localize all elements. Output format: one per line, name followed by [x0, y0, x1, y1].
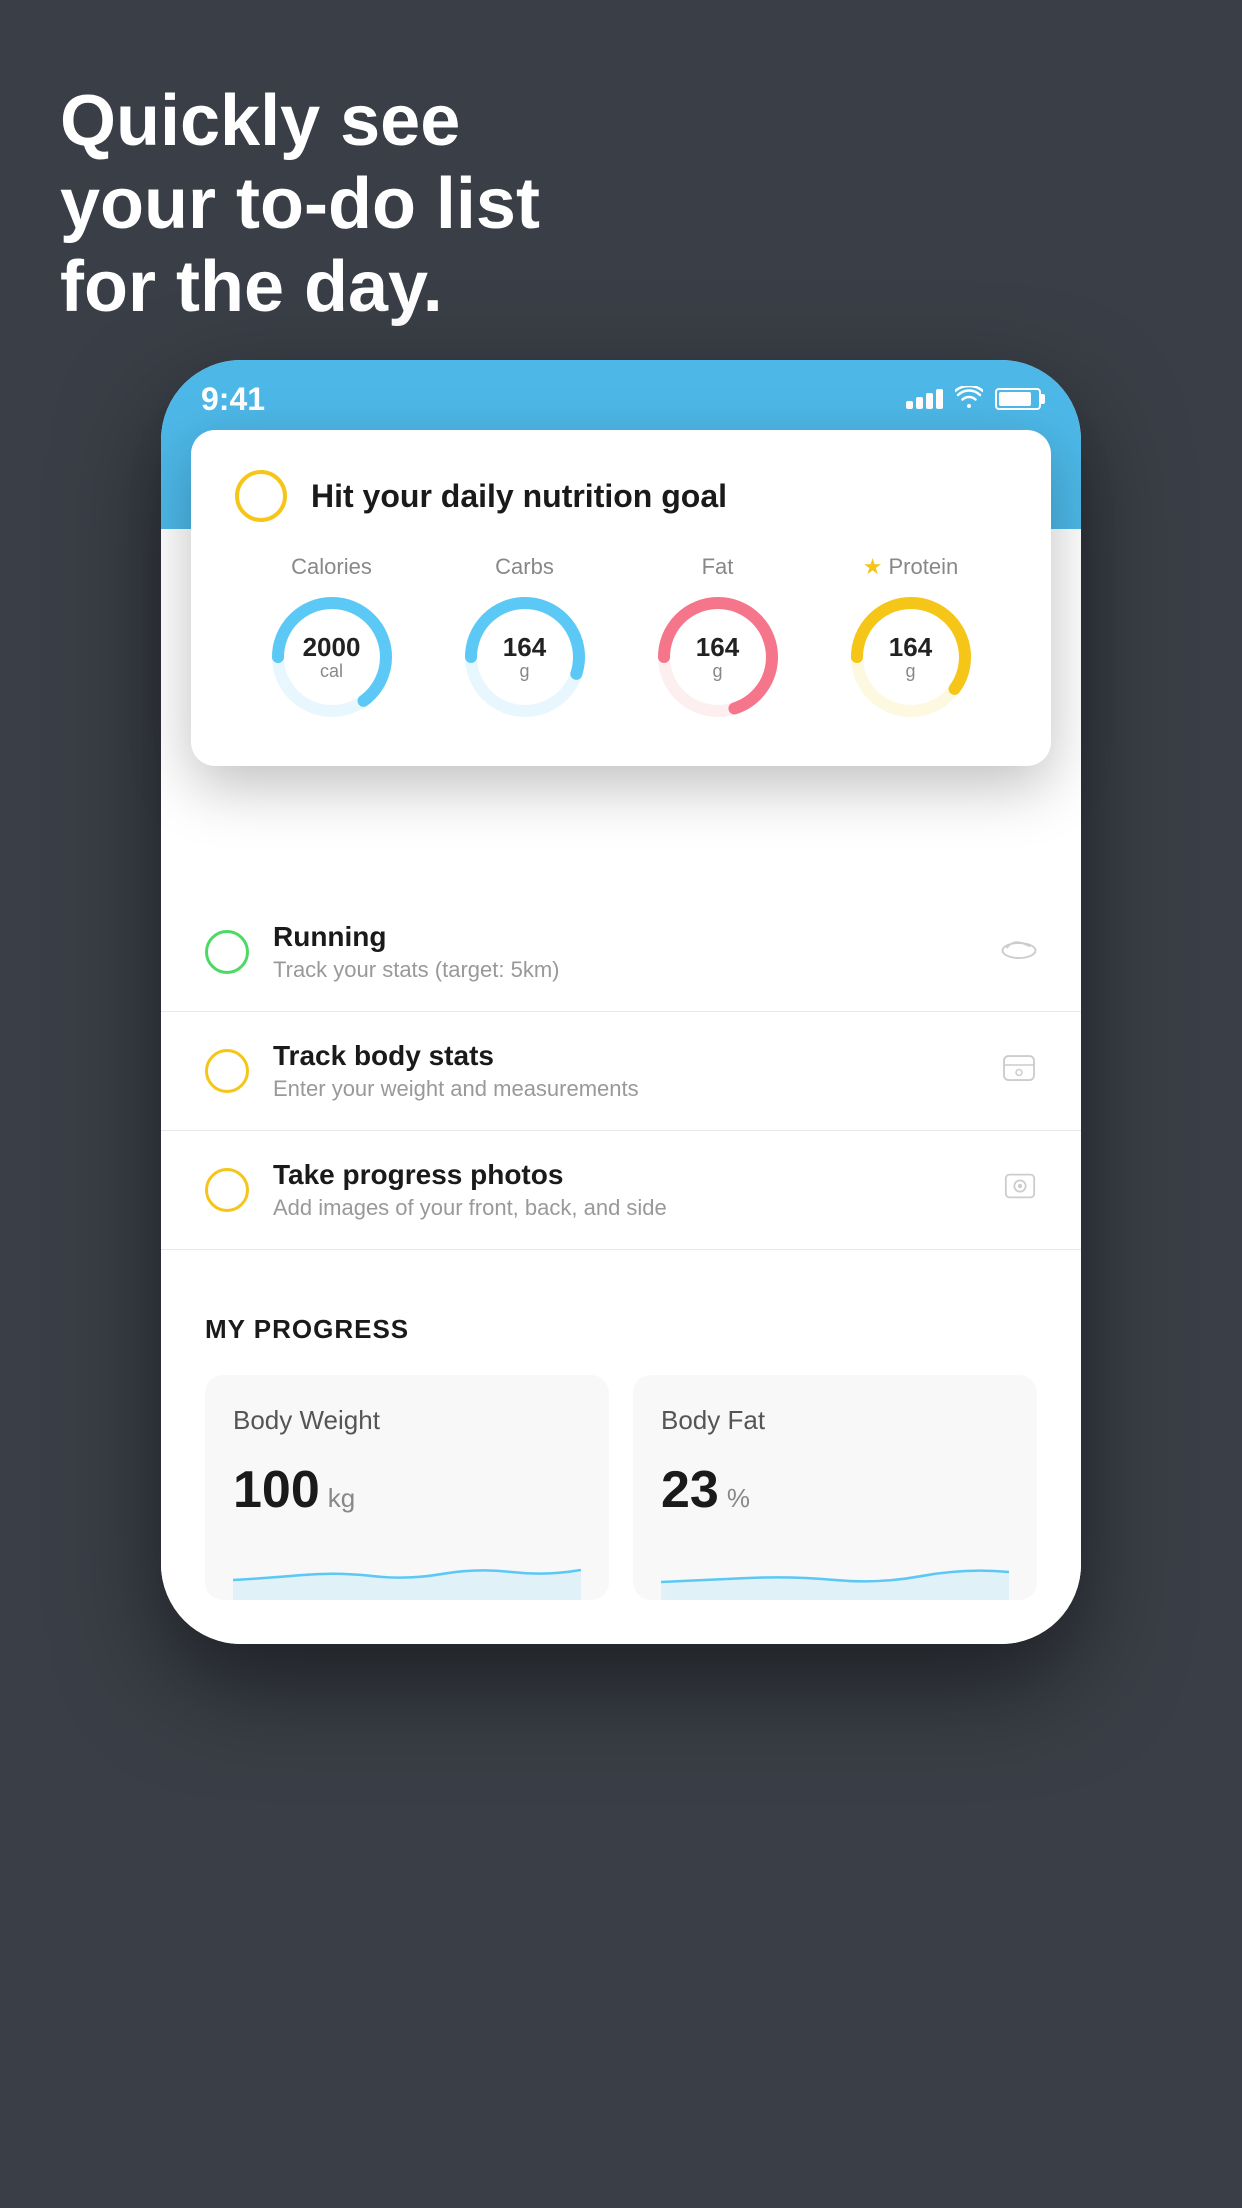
nutrition-goal-title: Hit your daily nutrition goal [311, 478, 727, 515]
todo-photos-sub: Add images of your front, back, and side [273, 1195, 979, 1221]
donut-unit: g [889, 661, 932, 681]
donut-chart: 2000 cal [267, 592, 397, 722]
donut-value: 164 [696, 633, 739, 662]
body-weight-unit: kg [328, 1483, 355, 1514]
body-fat-value: 23 [661, 1460, 719, 1520]
nutrition-label: Calories [291, 554, 372, 580]
donut-chart: 164 g [653, 592, 783, 722]
body-weight-card[interactable]: Body Weight 100 kg [205, 1375, 609, 1600]
star-icon: ★ [863, 554, 883, 580]
todo-checkbox-body-stats[interactable] [205, 1049, 249, 1093]
hero-line2: your to-do list [60, 163, 540, 246]
donut-value: 2000 [303, 633, 361, 662]
donut-unit: g [503, 661, 546, 681]
todo-checkbox-running[interactable] [205, 930, 249, 974]
todo-checkbox-photos[interactable] [205, 1168, 249, 1212]
nutrition-goal-checkbox[interactable] [235, 470, 287, 522]
body-fat-unit: % [727, 1483, 750, 1514]
hero-line3: for the day. [60, 246, 540, 329]
progress-section: MY PROGRESS Body Weight 100 kg [161, 1270, 1081, 1644]
todo-list: Running Track your stats (target: 5km) T… [161, 893, 1081, 1250]
todo-photos-title: Take progress photos [273, 1159, 979, 1191]
todo-running-sub: Track your stats (target: 5km) [273, 957, 977, 983]
wifi-icon [955, 384, 983, 415]
list-item[interactable]: Running Track your stats (target: 5km) [161, 893, 1081, 1012]
progress-cards: Body Weight 100 kg [205, 1375, 1037, 1600]
hero-text: Quickly see your to-do list for the day. [60, 80, 540, 328]
todo-body-stats-title: Track body stats [273, 1040, 977, 1072]
progress-section-title: MY PROGRESS [205, 1314, 1037, 1345]
todo-body-stats-sub: Enter your weight and measurements [273, 1076, 977, 1102]
nutrition-label: Fat [702, 554, 734, 580]
donut-value: 164 [503, 633, 546, 662]
donut-unit: cal [303, 661, 361, 681]
status-icons [906, 384, 1041, 415]
signal-bar-2 [916, 397, 923, 409]
donut-chart: 164 g [460, 592, 590, 722]
signal-bar-4 [936, 389, 943, 409]
nutrition-item-carbs: Carbs 164 g [460, 554, 590, 722]
battery-icon [995, 388, 1041, 410]
body-fat-card[interactable]: Body Fat 23 % [633, 1375, 1037, 1600]
body-weight-chart [233, 1540, 581, 1600]
list-item[interactable]: Track body stats Enter your weight and m… [161, 1012, 1081, 1131]
body-fat-chart [661, 1540, 1009, 1600]
photo-icon [1003, 1169, 1037, 1212]
nutrition-item-calories: Calories 2000 cal [267, 554, 397, 722]
donut-chart: 164 g [846, 592, 976, 722]
signal-bar-1 [906, 401, 913, 409]
status-bar: 9:41 [161, 360, 1081, 430]
nutrition-item-protein: ★Protein 164 g [846, 554, 976, 722]
signal-bar-3 [926, 393, 933, 409]
list-item[interactable]: Take progress photos Add images of your … [161, 1131, 1081, 1250]
donut-value: 164 [889, 633, 932, 662]
status-time: 9:41 [201, 381, 265, 418]
nutrition-label: Carbs [495, 554, 554, 580]
donut-unit: g [696, 661, 739, 681]
nutrition-items-row: Calories 2000 cal Carbs 164 g Fat [235, 554, 1007, 722]
body-weight-value: 100 [233, 1460, 320, 1520]
body-fat-label: Body Fat [661, 1405, 1009, 1436]
shoe-icon [1001, 931, 1037, 973]
scale-icon [1001, 1050, 1037, 1092]
hero-line1: Quickly see [60, 80, 540, 163]
signal-bars-icon [906, 389, 943, 409]
body-weight-label: Body Weight [233, 1405, 581, 1436]
nutrition-popup-card: Hit your daily nutrition goal Calories 2… [191, 430, 1051, 766]
nutrition-label: ★Protein [863, 554, 958, 580]
todo-running-title: Running [273, 921, 977, 953]
nutrition-item-fat: Fat 164 g [653, 554, 783, 722]
